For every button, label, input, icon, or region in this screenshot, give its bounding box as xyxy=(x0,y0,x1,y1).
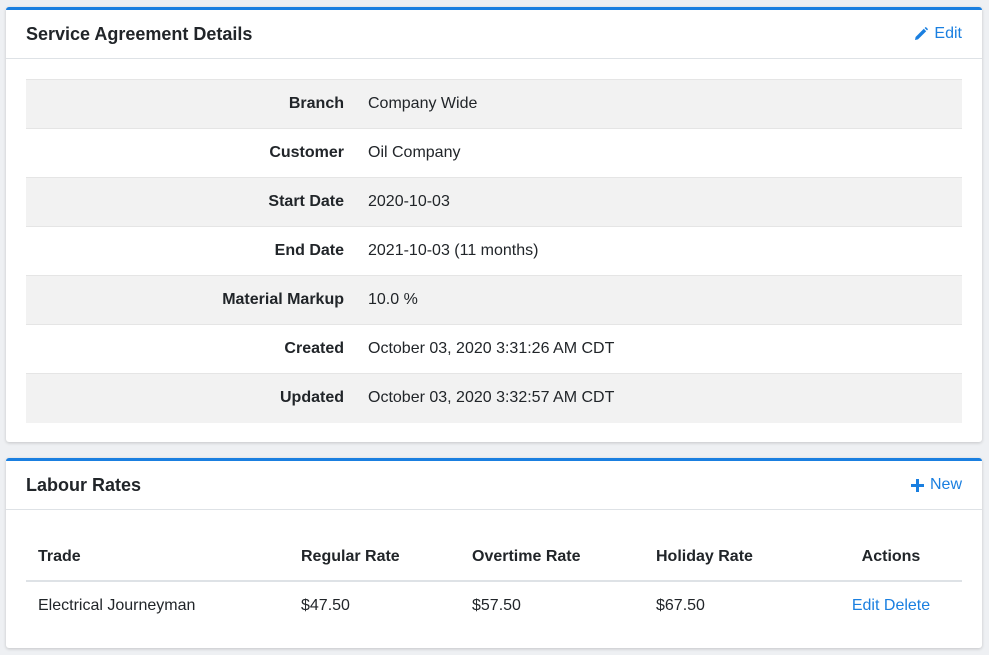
detail-value: Company Wide xyxy=(368,79,962,129)
detail-label: Branch xyxy=(26,79,368,129)
column-header-actions: Actions xyxy=(820,533,962,582)
detail-label: Updated xyxy=(26,373,368,423)
labour-rates-table: Trade Regular Rate Overtime Rate Holiday… xyxy=(26,533,962,630)
detail-value: 2020-10-03 xyxy=(368,177,962,227)
column-header-regular-rate: Regular Rate xyxy=(289,533,460,582)
holiday-rate-cell: $67.50 xyxy=(656,597,705,614)
detail-row: End Date 2021-10-03 (11 months) xyxy=(26,226,962,276)
edit-label: Edit xyxy=(934,25,962,42)
detail-row: Customer Oil Company xyxy=(26,128,962,178)
detail-label: Material Markup xyxy=(26,275,368,325)
detail-value: 2021-10-03 (11 months) xyxy=(368,226,962,276)
detail-value: 10.0 % xyxy=(368,275,962,325)
service-agreement-header: Service Agreement Details Edit xyxy=(6,10,982,59)
table-row: Electrical Journeyman $47.50 $57.50 $67.… xyxy=(26,581,962,630)
detail-label: Created xyxy=(26,324,368,374)
new-label: New xyxy=(929,476,962,493)
edit-agreement-button[interactable]: Edit xyxy=(914,25,962,43)
detail-value: Oil Company xyxy=(368,128,962,178)
detail-label: Start Date xyxy=(26,177,368,227)
delete-rate-link[interactable]: Delete xyxy=(884,597,930,614)
service-agreement-title: Service Agreement Details xyxy=(26,23,253,44)
regular-rate-cell: $47.50 xyxy=(301,597,350,614)
detail-row: Material Markup 10.0 % xyxy=(26,275,962,325)
column-header-holiday-rate: Holiday Rate xyxy=(644,533,820,582)
plus-icon xyxy=(910,478,924,492)
new-rate-button[interactable]: New xyxy=(910,476,962,494)
actions-cell: Edit Delete xyxy=(820,581,962,630)
agreement-details-table: Branch Company Wide Customer Oil Company… xyxy=(26,79,962,423)
service-agreement-card: Service Agreement Details Edit Branch Co… xyxy=(6,7,982,442)
edit-rate-link[interactable]: Edit xyxy=(852,597,880,614)
detail-row: Created October 03, 2020 3:31:26 AM CDT xyxy=(26,324,962,374)
detail-row: Branch Company Wide xyxy=(26,79,962,129)
column-header-trade: Trade xyxy=(26,533,289,582)
labour-rates-header: Labour Rates New xyxy=(6,461,982,510)
table-header-row: Trade Regular Rate Overtime Rate Holiday… xyxy=(26,533,962,582)
labour-rates-title: Labour Rates xyxy=(26,474,142,495)
column-header-overtime-rate: Overtime Rate xyxy=(460,533,644,582)
labour-rates-card: Labour Rates New Trade Regular Rate Over… xyxy=(6,458,982,648)
detail-label: End Date xyxy=(26,226,368,276)
overtime-rate-cell: $57.50 xyxy=(472,597,521,614)
detail-label: Customer xyxy=(26,128,368,178)
pencil-icon xyxy=(914,27,929,41)
detail-value: October 03, 2020 3:31:26 AM CDT xyxy=(368,324,962,374)
trade-cell: Electrical Journeyman xyxy=(38,597,196,614)
detail-row: Updated October 03, 2020 3:32:57 AM CDT xyxy=(26,373,962,423)
detail-value: October 03, 2020 3:32:57 AM CDT xyxy=(368,373,962,423)
detail-row: Start Date 2020-10-03 xyxy=(26,177,962,227)
